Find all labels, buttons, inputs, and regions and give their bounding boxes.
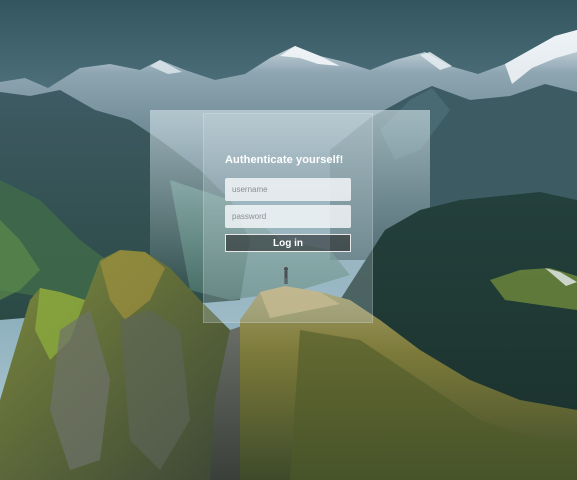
login-panel: Authenticate yourself! Log in: [203, 113, 373, 323]
login-screen: Authenticate yourself! Log in: [0, 0, 577, 480]
username-input[interactable]: [225, 178, 351, 201]
login-title: Authenticate yourself!: [225, 154, 344, 166]
password-input[interactable]: [225, 205, 351, 228]
login-button[interactable]: Log in: [225, 234, 351, 252]
